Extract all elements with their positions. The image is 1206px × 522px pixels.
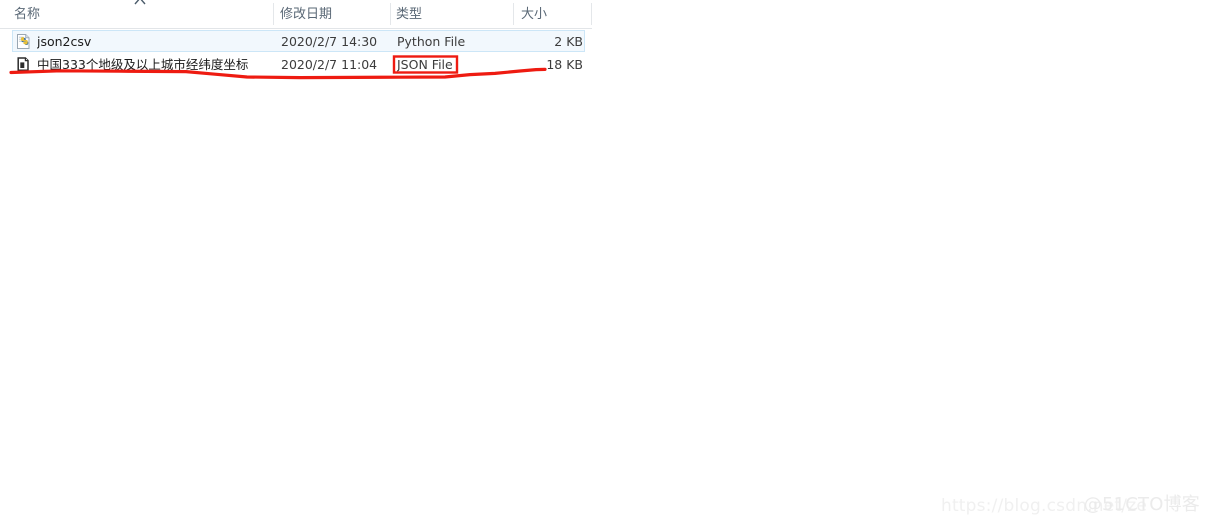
file-list-view: 名称 修改日期 类型 大小 json2csv 2020/2/7 14:30 Py… <box>0 0 592 73</box>
column-divider[interactable] <box>513 3 514 25</box>
column-header-size[interactable]: 大小 <box>521 0 581 28</box>
column-divider[interactable] <box>273 3 274 25</box>
column-header-name[interactable]: 名称 <box>14 0 264 28</box>
file-size-cell: 2 KB <box>554 34 583 49</box>
json-file-icon <box>15 56 32 73</box>
file-date-cell: 2020/2/7 14:30 <box>281 34 378 49</box>
column-divider[interactable] <box>591 3 592 25</box>
python-file-icon <box>15 33 32 50</box>
file-size-cell: 18 KB <box>546 57 583 72</box>
column-header-row: 名称 修改日期 类型 大小 <box>0 0 592 29</box>
file-name-cell[interactable]: json2csv <box>37 31 267 51</box>
table-row[interactable]: json2csv 2020/2/7 14:30 Python File 2 KB <box>12 30 585 52</box>
table-row[interactable]: 中国333个地级及以上城市经纬度坐标 2020/2/7 11:04 JSON F… <box>12 53 585 75</box>
file-name-cell[interactable]: 中国333个地级及以上城市经纬度坐标 <box>37 54 267 74</box>
column-header-date[interactable]: 修改日期 <box>280 0 380 28</box>
watermark-site-text: @51CTO博客 <box>1083 494 1200 515</box>
file-date-cell: 2020/2/7 11:04 <box>281 57 378 72</box>
column-header-type[interactable]: 类型 <box>396 0 486 28</box>
column-divider[interactable] <box>390 3 391 25</box>
